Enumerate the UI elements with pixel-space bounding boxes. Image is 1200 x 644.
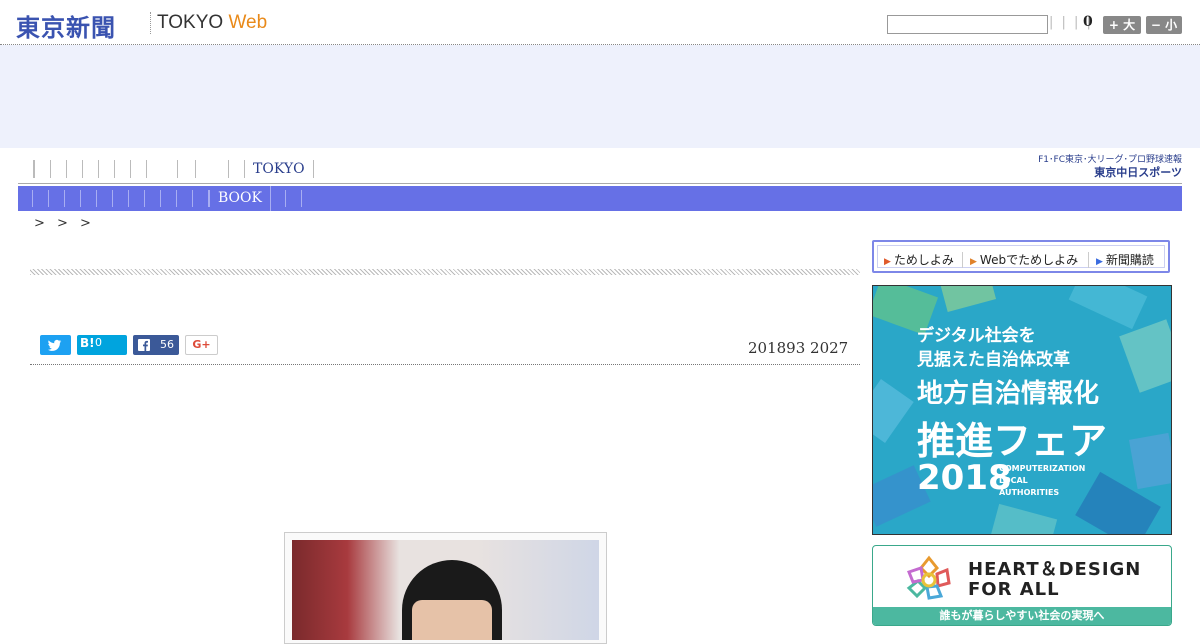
nav-item-tokyo[interactable]: TOKYO xyxy=(245,160,314,178)
category-nav-item[interactable] xyxy=(177,190,193,207)
nav-item[interactable] xyxy=(178,160,196,178)
trial-read-label: ためしよみ xyxy=(893,253,954,267)
header-count: 0 xyxy=(1083,14,1093,30)
divider xyxy=(1088,252,1089,268)
arrow-right-icon: ▶ xyxy=(884,257,891,267)
ad-tile xyxy=(1068,286,1148,330)
nav-item[interactable] xyxy=(131,160,147,178)
chunichi-sports-link[interactable]: F1･FC東京･大リーグ･プロ野球速報 東京中日スポーツ xyxy=(1022,154,1182,184)
logo-divider xyxy=(150,12,152,34)
ad-tile xyxy=(988,503,1058,534)
category-nav-item[interactable] xyxy=(209,190,210,207)
category-nav-item[interactable] xyxy=(145,190,161,207)
ad-tile xyxy=(1128,432,1171,490)
category-nav-item[interactable] xyxy=(49,190,65,207)
twitter-icon xyxy=(48,339,62,351)
nav-item[interactable] xyxy=(115,160,131,178)
category-nav-item[interactable] xyxy=(286,190,302,207)
category-nav-item[interactable] xyxy=(129,190,145,207)
google-plus-button[interactable]: G+ xyxy=(185,335,218,355)
twitter-share-button[interactable] xyxy=(40,335,71,355)
ad-tile xyxy=(939,286,997,312)
ad-local-gov-fair[interactable]: デジタル社会を 見据えた自治体改革 地方自治情報化 推進フェア 2018 COM… xyxy=(872,285,1172,535)
primary-nav: TOKYO xyxy=(33,160,314,180)
nav-item[interactable] xyxy=(51,160,67,178)
category-nav-item[interactable] xyxy=(97,190,113,207)
top-ad-banner[interactable] xyxy=(0,45,1200,148)
ad-fair-line4: 推進フェア xyxy=(917,419,1108,463)
category-nav-item[interactable] xyxy=(65,190,81,207)
arrow-right-icon: ▶ xyxy=(970,257,977,267)
category-nav-item[interactable] xyxy=(270,190,286,207)
tokyo-web-logo[interactable]: TOKYO Web xyxy=(157,12,267,34)
nav-item[interactable] xyxy=(35,160,51,178)
category-nav-item[interactable] xyxy=(33,190,49,207)
divider xyxy=(962,252,963,268)
ad-heart-title2: FOR ALL xyxy=(968,579,1060,600)
facebook-icon xyxy=(138,339,150,351)
subscribe-link[interactable]: ▶ 新聞購読 xyxy=(1096,251,1154,268)
facebook-share-button[interactable]: 56 xyxy=(133,335,179,355)
nav-item[interactable] xyxy=(67,160,83,178)
article-photo-frame xyxy=(284,532,607,644)
web-trial-read-link[interactable]: ▶ Webでためしよみ xyxy=(970,251,1078,268)
subscription-inner: ▶ ためしよみ ▶ Webでためしよみ ▶ 新聞購読 xyxy=(877,245,1165,268)
hatena-icon: B! xyxy=(80,336,95,350)
article-rule xyxy=(30,364,860,366)
font-smaller-button[interactable]: − 小 xyxy=(1146,16,1182,34)
web-logo-text: Web xyxy=(228,12,268,33)
hatena-count: 0 xyxy=(95,336,102,349)
hatena-bookmark-button[interactable]: B! 0 xyxy=(77,335,127,355)
search-input[interactable] xyxy=(887,15,1048,34)
ad-fair-en2: LOCAL xyxy=(999,476,1028,485)
breadcrumb[interactable]: > > > xyxy=(34,216,95,231)
article-date: 201893 2027 xyxy=(748,339,849,357)
trial-read-link[interactable]: ▶ ためしよみ xyxy=(884,251,954,268)
category-nav: BOOK xyxy=(18,186,1182,211)
category-nav-item[interactable] xyxy=(113,190,129,207)
chunichi-name: 東京中日スポーツ xyxy=(1094,166,1182,179)
ad-tile xyxy=(1119,319,1171,393)
category-nav-item[interactable] xyxy=(161,190,177,207)
subscription-links: ▶ ためしよみ ▶ Webでためしよみ ▶ 新聞購読 xyxy=(872,240,1170,273)
ad-fair-en3: AUTHORITIES xyxy=(999,488,1060,497)
site-logo[interactable]: 東京新聞 xyxy=(16,8,116,43)
ad-heart-footer: 誰もが暮らしやすい社会の実現へ xyxy=(873,607,1171,625)
category-nav-item[interactable] xyxy=(193,190,209,207)
nav-item[interactable] xyxy=(99,160,115,178)
category-nav-item[interactable] xyxy=(81,190,97,207)
tokyo-logo-text: TOKYO xyxy=(157,12,229,33)
ad-fair-en1: COMPUTERIZATION xyxy=(999,464,1086,473)
category-nav-item[interactable] xyxy=(18,190,33,207)
chunichi-subtitle: F1･FC東京･大リーグ･プロ野球速報 xyxy=(1038,155,1182,165)
ad-heart-design[interactable]: HEART＆DESIGN FOR ALL 誰もが暮らしやすい社会の実現へ xyxy=(872,545,1172,626)
article-photo[interactable] xyxy=(292,540,599,640)
title-rule xyxy=(30,269,860,275)
nav-item[interactable] xyxy=(229,160,245,178)
nav-item[interactable] xyxy=(196,160,229,178)
ad-tile xyxy=(873,379,914,443)
subscribe-label: 新聞購読 xyxy=(1105,253,1154,267)
ad-fair-line2: 見据えた自治体改革 xyxy=(917,350,1070,370)
category-nav-item-book[interactable]: BOOK xyxy=(218,186,271,211)
facebook-count: 56 xyxy=(160,338,174,351)
nav-item[interactable] xyxy=(83,160,99,178)
ad-heart-title1: HEART＆DESIGN xyxy=(968,559,1142,580)
nav-divider-line xyxy=(18,183,1182,184)
ad-fair-line1: デジタル社会を xyxy=(917,326,1036,346)
arrow-right-icon: ▶ xyxy=(1096,257,1103,267)
ad-fair-line3: 地方自治情報化 xyxy=(917,379,1100,409)
ad-fair-year: 2018 xyxy=(917,458,1012,498)
nav-item[interactable] xyxy=(147,160,178,178)
photo-subject-face xyxy=(412,600,492,640)
web-trial-read-label: Webでためしよみ xyxy=(979,253,1079,267)
font-larger-button[interactable]: + 大 xyxy=(1103,16,1141,34)
heart-design-logo-icon xyxy=(906,555,951,600)
